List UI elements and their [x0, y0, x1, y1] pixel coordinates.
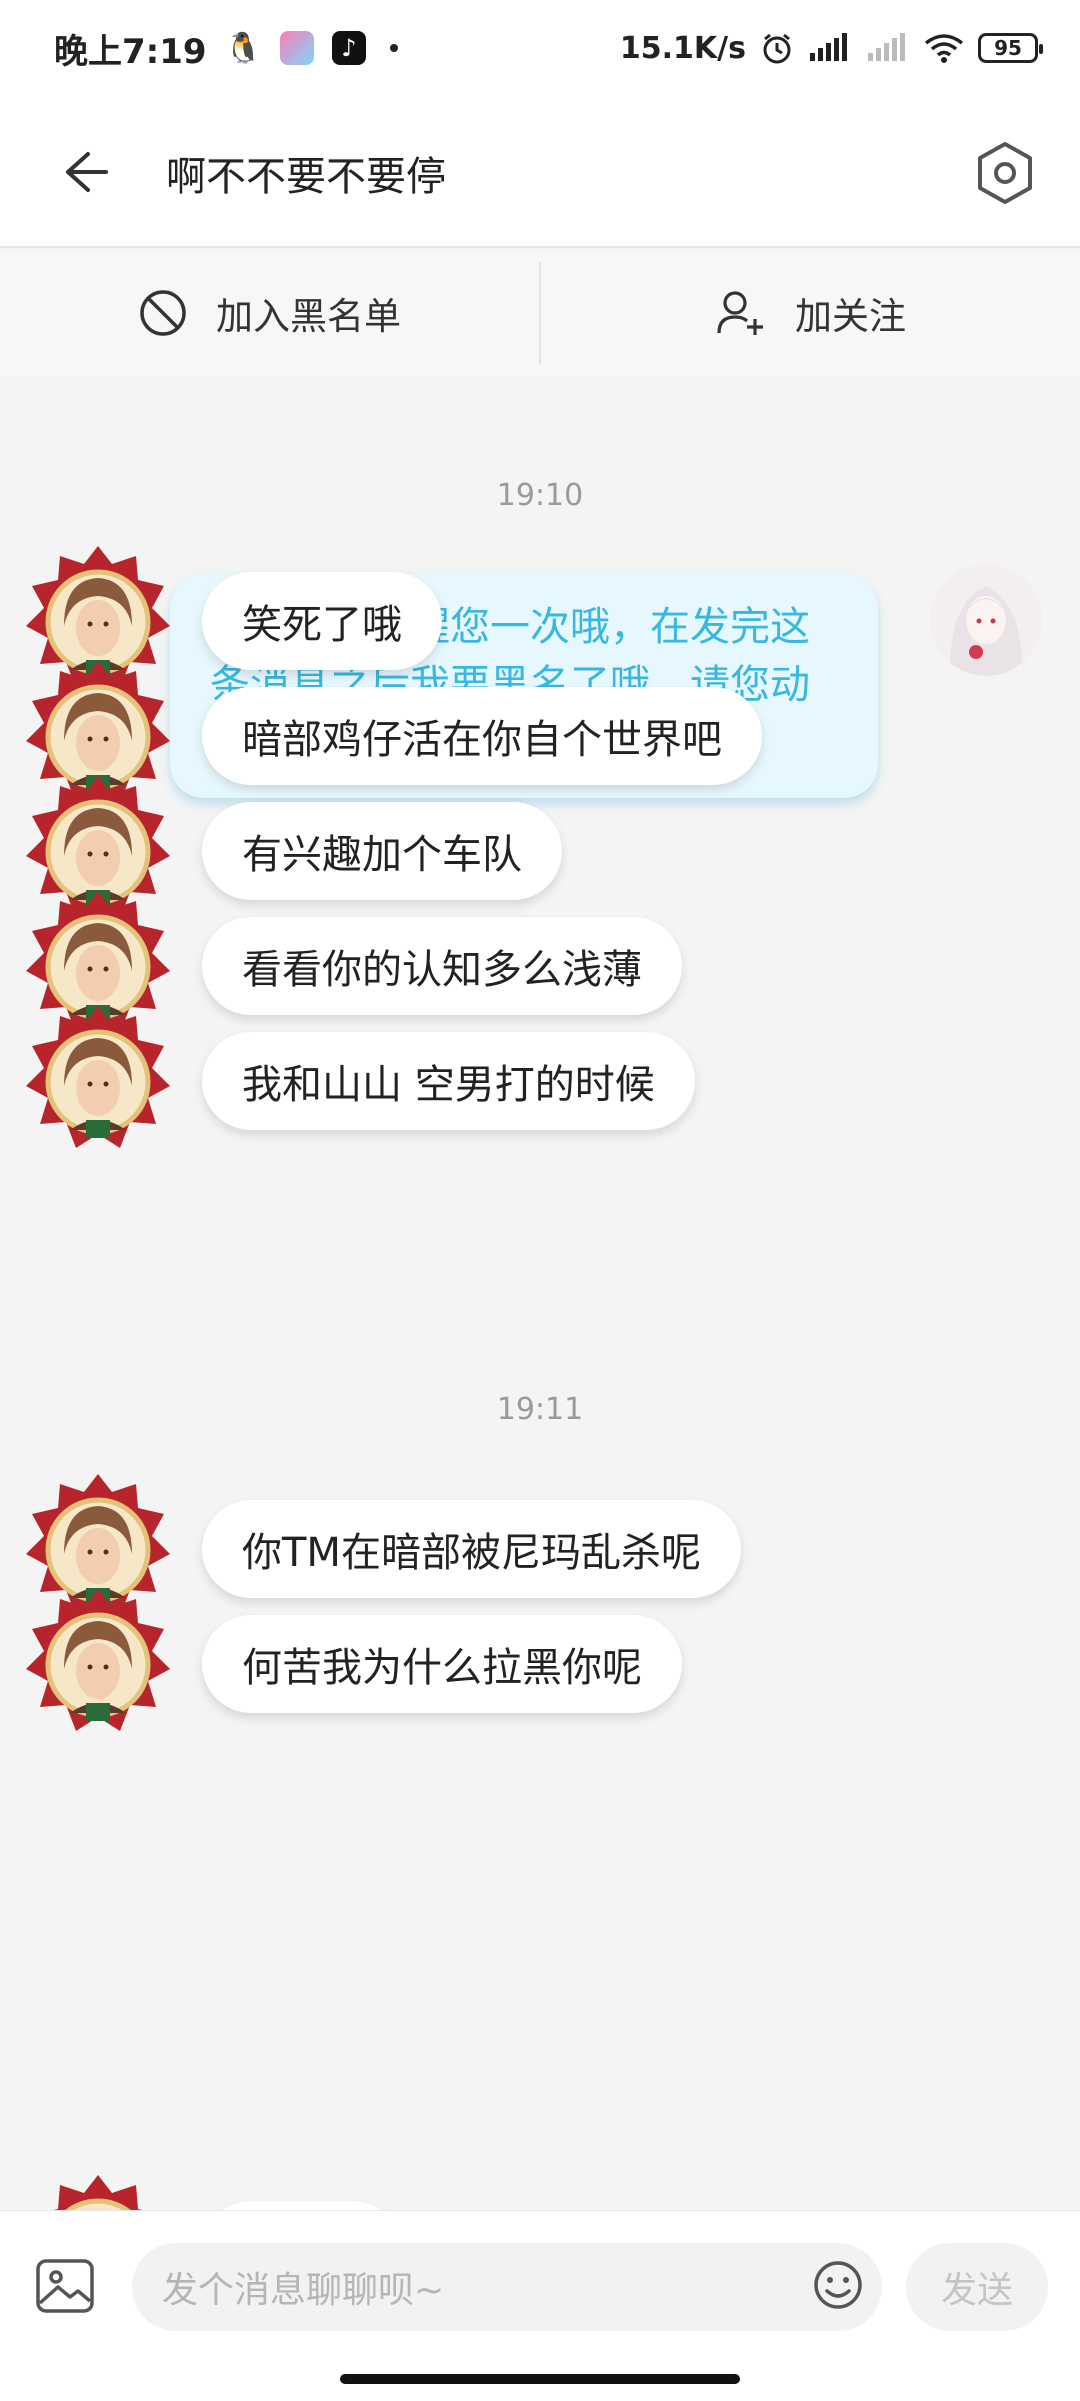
back-arrow-icon[interactable] [48, 140, 112, 204]
send-button[interactable]: 发送 [906, 2243, 1048, 2331]
status-bar: 晚上7:19 🐧 ♪ 15.1K/s 95 [0, 0, 1080, 96]
message-bubble[interactable]: 看看你的认知多么浅薄 [202, 917, 682, 1015]
timestamp: 19:11 [496, 1392, 584, 1427]
chat-title: 啊不不要不要停 [166, 154, 446, 200]
battery-indicator: 95 [978, 33, 1043, 63]
block-user-label: 加入黑名单 [216, 295, 401, 338]
message-row: 我和山山 空男打的时候 [0, 1002, 1080, 1162]
contact-avatar[interactable] [20, 2171, 176, 2210]
emoji-icon[interactable] [812, 2259, 864, 2311]
message-bubble[interactable]: 暗部鸡仔活在你自个世界吧 [202, 687, 762, 785]
notification-dot-icon [389, 44, 398, 52]
contact-avatar[interactable] [20, 1585, 176, 1741]
status-bar-right: 15.1K/s 95 [619, 30, 1043, 66]
block-icon [140, 290, 186, 336]
signal-icon [810, 33, 847, 61]
home-indicator[interactable] [340, 2374, 740, 2384]
message-bubble[interactable] [202, 2201, 402, 2210]
settings-gear-icon[interactable] [970, 138, 1040, 208]
add-user-icon [717, 291, 763, 335]
input-bar: 发个消息聊聊呗~ 发送 [0, 2210, 1080, 2401]
chat-header: 啊不不要不要停 [0, 96, 1080, 248]
message-row: 何苦我为什么拉黑你呢 [0, 1585, 1080, 1745]
follow-button[interactable]: 加关注 [541, 250, 1080, 376]
message-bubble[interactable]: 有兴趣加个车队 [202, 802, 562, 900]
action-bar: 加入黑名单 加关注 [0, 250, 1080, 376]
message-input[interactable]: 发个消息聊聊呗~ [132, 2243, 882, 2331]
qq-icon: 🐧 [224, 30, 262, 66]
signal-2-icon [868, 33, 905, 61]
status-time: 晚上7:19 [54, 31, 207, 72]
tiktok-icon: ♪ [331, 31, 366, 65]
wifi-icon [924, 34, 964, 63]
message-bubble[interactable]: 何苦我为什么拉黑你呢 [202, 1615, 682, 1713]
block-user-button[interactable]: 加入黑名单 [0, 250, 539, 376]
message-bubble[interactable]: 笑死了哦 [202, 572, 442, 670]
timestamp: 19:10 [496, 478, 584, 513]
message-bubble[interactable]: 我和山山 空男打的时候 [202, 1032, 695, 1130]
crowned-portrait-avatar-icon [26, 1589, 170, 1731]
crowned-portrait-avatar-icon [26, 1006, 170, 1148]
image-picker-icon[interactable] [34, 2255, 96, 2317]
status-bar-left: 晚上7:19 🐧 ♪ [54, 24, 398, 73]
contact-avatar[interactable] [20, 1002, 176, 1158]
crowned-portrait-avatar-icon [53, 2175, 143, 2210]
game-app-icon [279, 31, 314, 65]
message-row-partial [0, 2171, 1080, 2210]
follow-label: 加关注 [795, 295, 906, 338]
network-speed: 15.1K/s [619, 30, 746, 66]
chat-messages[interactable]: 19:10 这边最后提醒您一次哦，在发完这条消息之后我要黑名了哦，请您动动手指互… [0, 376, 1080, 2210]
message-bubble[interactable]: 你TM在暗部被尼玛乱杀呢 [202, 1500, 741, 1598]
alarm-icon [763, 33, 791, 64]
